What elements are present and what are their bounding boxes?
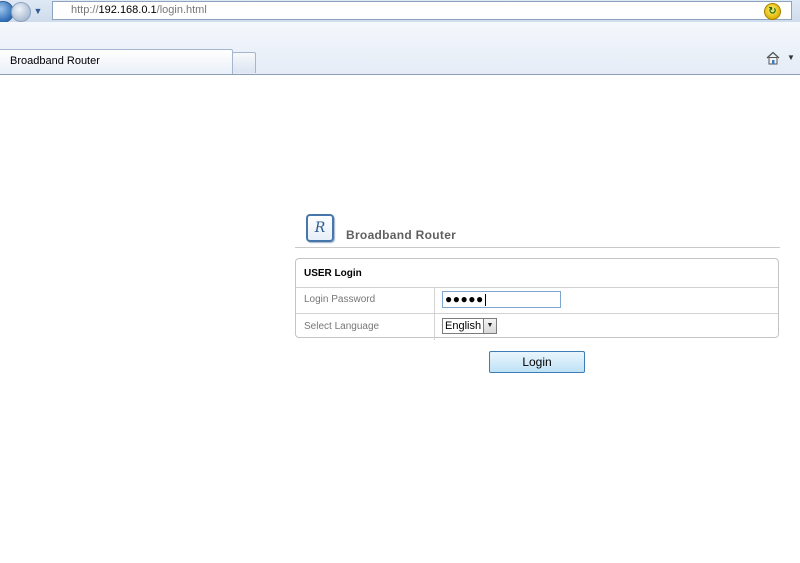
router-logo: R: [306, 214, 334, 242]
language-value: English: [445, 320, 482, 332]
refresh-icon[interactable]: ↻: [764, 3, 781, 20]
url-input[interactable]: http://192.168.0.1/login.html ↻: [52, 1, 792, 20]
password-mask: ●●●●●: [445, 292, 484, 306]
url-text: http://192.168.0.1/login.html: [71, 4, 207, 16]
history-dropdown-icon[interactable]: ▼: [31, 3, 45, 19]
url-host: 192.168.0.1: [98, 4, 157, 16]
password-input[interactable]: ●●●●●: [442, 291, 561, 308]
url-path: /login.html: [156, 4, 207, 16]
text-caret: [484, 293, 486, 306]
password-row: Login Password ●●●●●: [296, 287, 778, 314]
row-divider: [434, 314, 435, 340]
language-row: Select Language English ▼: [296, 314, 778, 340]
tab-broadband-router[interactable]: Broadband Router: [0, 49, 233, 74]
chevron-down-icon[interactable]: ▼: [483, 319, 496, 333]
language-select[interactable]: English ▼: [442, 318, 497, 334]
login-button[interactable]: Login: [489, 351, 585, 373]
login-header: USER Login: [296, 259, 778, 288]
home-icon[interactable]: [766, 51, 780, 65]
brand-title: Broadband Router: [346, 228, 457, 242]
forward-button[interactable]: [11, 2, 31, 22]
tab-strip: Broadband Router ▼: [0, 22, 800, 75]
login-header-text: USER Login: [304, 268, 362, 279]
language-label: Select Language: [304, 321, 380, 332]
browser-address-bar: ▼ http://192.168.0.1/login.html ↻: [0, 0, 800, 23]
new-tab-button[interactable]: [232, 52, 256, 73]
login-form: USER Login Login Password ●●●●● Select L…: [295, 258, 779, 340]
home-dropdown-icon[interactable]: ▼: [787, 53, 795, 62]
row-divider: [434, 287, 435, 313]
logo-letter: R: [314, 220, 326, 236]
url-scheme: http://: [71, 4, 99, 16]
tab-title: Broadband Router: [10, 55, 100, 67]
password-label: Login Password: [304, 294, 376, 305]
brand-header: R Broadband Router: [295, 212, 780, 248]
